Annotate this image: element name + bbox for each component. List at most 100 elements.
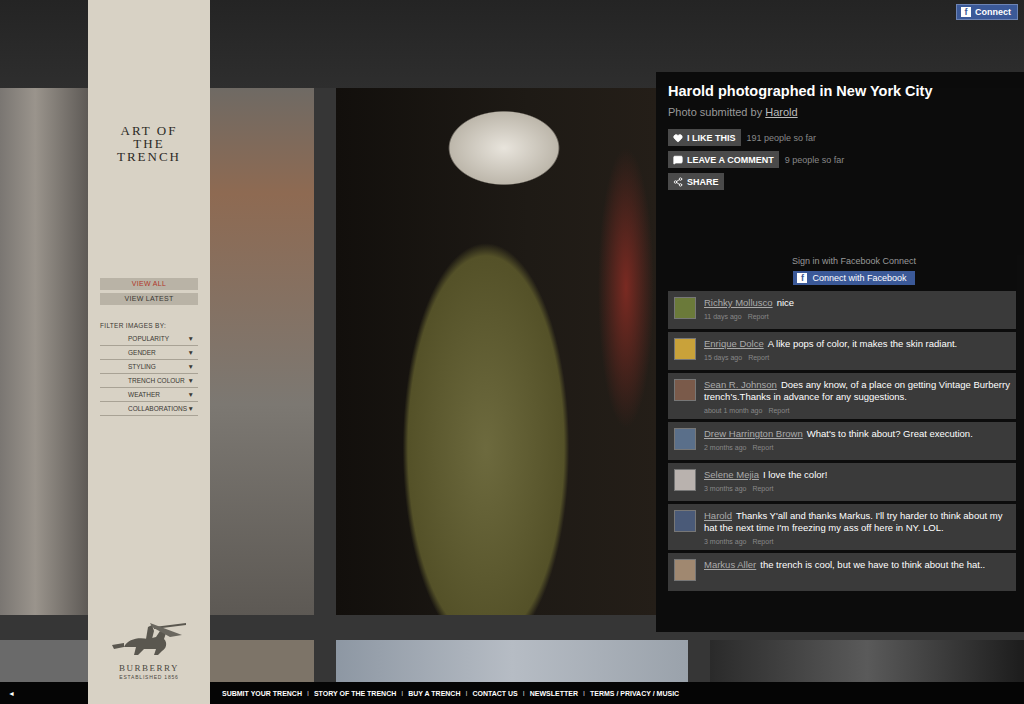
comment-body: Richky Mollusconice 11 days ago Report <box>704 297 1010 324</box>
knight-logo-icon <box>104 621 194 657</box>
filter-dropdown[interactable]: TRENCH COLOUR▼ <box>100 374 198 388</box>
footer-separator: I <box>583 690 585 697</box>
dropdown-arrow-icon: ▼ <box>188 363 194 370</box>
comment-meta: 11 days ago Report <box>704 313 1010 320</box>
blurred-tile[interactable] <box>0 88 88 615</box>
avatar[interactable] <box>674 559 696 581</box>
comment-time: 3 months ago <box>704 485 746 492</box>
submitted-by: Photo submitted by Harold <box>668 106 1016 118</box>
filter-heading: FILTER IMAGES BY: <box>100 322 198 329</box>
brand-logo: BURBERRYESTABLISHED 1856 <box>104 621 194 680</box>
commenter-name[interactable]: Sean R. Johnson <box>704 379 777 390</box>
comment-row: Markus Allerthe trench is cool, but we h… <box>668 553 1016 591</box>
filter-dropdown[interactable]: STYLING▼ <box>100 360 198 374</box>
footer-link[interactable]: STORY OF THE TRENCH <box>314 690 396 697</box>
footer-link[interactable]: TERMS / PRIVACY / MUSIC <box>590 690 679 697</box>
action-row: I LIKE THIS191 people so far <box>668 129 1016 146</box>
blurred-tile[interactable] <box>210 640 314 682</box>
footer-link[interactable]: SUBMIT YOUR TRENCH <box>222 690 302 697</box>
facebook-connect-button[interactable]: fConnect <box>956 4 1018 20</box>
action-count: 9 people so far <box>785 155 845 165</box>
sidebar: ART OFTHETRENCH VIEW ALL VIEW LATEST FILTER… <box>88 0 210 704</box>
comment-row: Selene MejiaI love the color!3 months ag… <box>668 463 1016 501</box>
avatar[interactable] <box>674 428 696 450</box>
avatar[interactable] <box>674 338 696 360</box>
speech-bubble-icon <box>673 155 683 165</box>
comment-row: Drew Harrington BrownWhat's to think abo… <box>668 422 1016 460</box>
back-arrow[interactable]: ◄ <box>8 690 15 697</box>
report-link[interactable]: Report <box>768 407 789 414</box>
avatar[interactable] <box>674 510 696 532</box>
comment-list: Richky Mollusconice11 days agoReportEnri… <box>668 291 1016 591</box>
report-link[interactable]: Report <box>752 444 773 451</box>
commenter-name[interactable]: Drew Harrington Brown <box>704 428 803 439</box>
filter-dropdown[interactable]: WEATHER▼ <box>100 388 198 402</box>
comment-text: Richky Mollusconice <box>704 297 1010 309</box>
footer-separator: I <box>523 690 525 697</box>
report-link[interactable]: Report <box>748 354 769 361</box>
report-link[interactable]: Report <box>748 313 769 320</box>
commenter-name[interactable]: Enrique Dolce <box>704 338 764 349</box>
blurred-tile[interactable] <box>0 640 88 682</box>
action-button[interactable]: LEAVE A COMMENT <box>668 151 779 168</box>
avatar[interactable] <box>674 297 696 319</box>
report-link[interactable]: Report <box>752 538 773 545</box>
commenter-name[interactable]: Richky Mollusco <box>704 297 773 308</box>
comment-meta: 2 months ago Report <box>704 444 1010 451</box>
submitter-link[interactable]: Harold <box>765 106 797 118</box>
comment-row: HaroldThanks Y'all and thanks Markus. I'… <box>668 504 1016 550</box>
facebook-icon: f <box>961 7 971 17</box>
top-band <box>0 0 88 88</box>
comment-body: Selene MejiaI love the color!3 months ag… <box>704 469 1010 496</box>
footer-separator: I <box>401 690 403 697</box>
comment-time: 3 months ago <box>704 538 746 545</box>
action-button[interactable]: I LIKE THIS <box>668 129 741 146</box>
dropdown-arrow-icon: ▼ <box>188 391 194 398</box>
commenter-name[interactable]: Markus Aller <box>704 559 756 570</box>
comment-row: Richky Mollusconice 11 days ago Report <box>668 291 1016 329</box>
blurred-tile[interactable] <box>210 88 314 615</box>
site-logo[interactable]: ART OFTHETRENCH <box>117 124 181 163</box>
filter-dropdown[interactable]: POPULARITY▼ <box>100 332 198 346</box>
share-icon <box>673 177 683 187</box>
brand-established: ESTABLISHED 1856 <box>119 674 178 680</box>
footer-link[interactable]: BUY A TRENCH <box>408 690 460 697</box>
filter-dropdown[interactable]: GENDER▼ <box>100 346 198 360</box>
blurred-tile[interactable] <box>710 640 1024 682</box>
comment-text: Markus Allerthe trench is cool, but we h… <box>704 559 1010 571</box>
footer-link[interactable]: NEWSLETTER <box>530 690 578 697</box>
dropdown-arrow-icon: ▼ <box>188 377 194 384</box>
nav-button[interactable]: VIEW LATEST <box>100 293 198 305</box>
action-list: I LIKE THIS191 people so far LEAVE A COMM… <box>668 129 1016 190</box>
logo-line: THE <box>117 137 181 150</box>
nav-button[interactable]: VIEW ALL <box>100 278 198 290</box>
comment-time: 2 months ago <box>704 444 746 451</box>
left-column: ◄ <box>0 0 88 704</box>
action-row: SHARE <box>668 173 1016 190</box>
filter-list: POPULARITY▼GENDER▼STYLING▼TRENCH COLOUR▼… <box>100 332 198 416</box>
facebook-icon: f <box>797 273 807 283</box>
footer-bar: ◄ <box>0 682 88 704</box>
filter-dropdown[interactable]: COLLABORATIONS▼ <box>100 402 198 416</box>
thumbnail-row <box>210 640 1024 682</box>
connect-with-facebook-button[interactable]: fConnect with Facebook <box>793 271 914 285</box>
avatar[interactable] <box>674 469 696 491</box>
footer-link[interactable]: CONTACT US <box>472 690 517 697</box>
footer-separator: I <box>465 690 467 697</box>
action-button[interactable]: SHARE <box>668 173 724 190</box>
comment-meta: 15 days agoReport <box>704 354 1010 361</box>
commenter-name[interactable]: Selene Mejia <box>704 469 759 480</box>
comment-row: Enrique DolceA like pops of color, it ma… <box>668 332 1016 370</box>
nav-group: VIEW ALL VIEW LATEST <box>100 278 198 305</box>
report-link[interactable]: Report <box>752 485 773 492</box>
comment-body: HaroldThanks Y'all and thanks Markus. I'… <box>704 510 1010 545</box>
trench-photo[interactable] <box>336 88 656 615</box>
heart-icon <box>673 133 683 143</box>
comment-meta: 3 months ago Report <box>704 538 1010 545</box>
avatar[interactable] <box>674 379 696 401</box>
commenter-name[interactable]: Harold <box>704 510 732 521</box>
comment-meta: about 1 month agoReport <box>704 407 1010 414</box>
dropdown-arrow-icon: ▼ <box>188 349 194 356</box>
comment-time: 11 days ago <box>704 313 742 320</box>
blurred-tile[interactable] <box>336 640 688 682</box>
